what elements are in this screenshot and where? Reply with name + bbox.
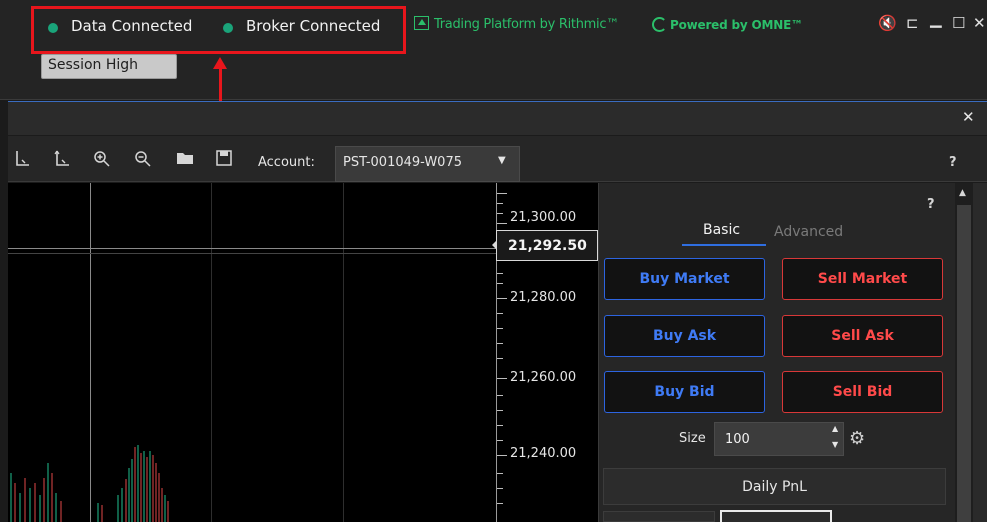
sell-market-button[interactable]: Sell Market (782, 258, 943, 300)
maximize-icon[interactable]: ☐ (952, 14, 965, 32)
pnl-cell (603, 511, 715, 522)
help-icon[interactable]: ? (949, 155, 957, 170)
data-connected-indicator-icon (48, 23, 58, 33)
close-window-icon[interactable]: ✕ (973, 14, 986, 32)
close-panel-icon[interactable]: ✕ (962, 108, 975, 126)
axis-tick (497, 488, 503, 489)
increment-icon[interactable]: ▲ (832, 424, 838, 433)
buy-ask-button[interactable]: Buy Ask (604, 315, 765, 357)
axis-scale-alt-icon[interactable] (54, 150, 70, 172)
buy-market-button[interactable]: Buy Market (604, 258, 765, 300)
buy-bid-button[interactable]: Buy Bid (604, 371, 765, 413)
open-folder-icon[interactable] (176, 150, 194, 170)
tab-basic[interactable]: Basic (703, 222, 740, 238)
save-icon[interactable] (216, 150, 232, 170)
panel-header (8, 101, 987, 135)
account-label: Account: (258, 155, 315, 170)
rithmic-logo-icon (414, 16, 429, 30)
tab-advanced[interactable]: Advanced (774, 224, 843, 240)
axis-tick (497, 358, 503, 359)
sell-ask-button[interactable]: Sell Ask (782, 315, 943, 357)
price-label: 21,260.00 (510, 370, 577, 385)
mute-icon[interactable]: 🔇 (878, 14, 897, 32)
sell-bid-button[interactable]: Sell Bid (782, 371, 943, 413)
rithmic-brand-text: Trading Platform by Rithmic™ (434, 17, 619, 32)
price-label: 21,300.00 (510, 210, 577, 225)
axis-tick (497, 410, 503, 411)
axis-tick (497, 503, 503, 504)
scrollbar-thumb[interactable] (957, 205, 971, 522)
axis-tick (497, 273, 503, 274)
size-label: Size (679, 431, 706, 446)
candlestick-series (10, 445, 169, 522)
price-label: 21,240.00 (510, 446, 577, 461)
axis-tick (497, 193, 507, 194)
data-connected-label: Data Connected (71, 17, 193, 35)
session-high-label: Session High (48, 57, 139, 73)
price-chart[interactable] (8, 183, 496, 522)
axis-tick (497, 283, 503, 284)
axis-tick (497, 223, 507, 224)
pin-icon[interactable]: ⊏ (906, 14, 919, 32)
right-edge (973, 183, 987, 522)
omne-logo-icon (652, 17, 667, 32)
annotation-arrow-line (219, 67, 222, 101)
axis-tick (497, 203, 503, 204)
minimize-icon[interactable]: ▁ (930, 10, 942, 28)
axis-tick (497, 473, 503, 474)
axis-tick (497, 425, 503, 426)
broker-connected-indicator-icon (223, 23, 233, 33)
axis-scale-icon[interactable] (14, 150, 30, 172)
axis-tick (497, 395, 503, 396)
axis-tick (497, 213, 503, 214)
axis-tick (497, 440, 503, 441)
chevron-down-icon[interactable]: ▼ (498, 155, 506, 166)
axis-tick (497, 313, 503, 314)
broker-connected-label: Broker Connected (246, 17, 381, 35)
current-price-label: 21,292.50 (508, 238, 587, 254)
price-label: 21,280.00 (510, 290, 577, 305)
gear-icon[interactable]: ⚙ (849, 428, 865, 449)
scroll-up-icon[interactable]: ▲ (959, 188, 966, 198)
axis-tick (497, 298, 507, 299)
zoom-out-icon[interactable] (134, 150, 152, 172)
order-help-icon[interactable]: ? (927, 197, 935, 212)
daily-pnl-header: Daily PnL (603, 468, 946, 505)
axis-tick (497, 343, 503, 344)
omne-brand-text: Powered by OMNE™ (670, 18, 803, 32)
active-tab-indicator (682, 244, 766, 246)
pnl-cell-selected[interactable] (720, 510, 832, 522)
decrement-icon[interactable]: ▼ (832, 440, 838, 449)
axis-tick (497, 328, 503, 329)
zoom-in-icon[interactable] (93, 150, 111, 172)
account-value: PST-001049-W075 (343, 155, 462, 170)
axis-tick (497, 378, 507, 379)
size-value: 100 (725, 432, 750, 447)
axis-tick (497, 455, 507, 456)
